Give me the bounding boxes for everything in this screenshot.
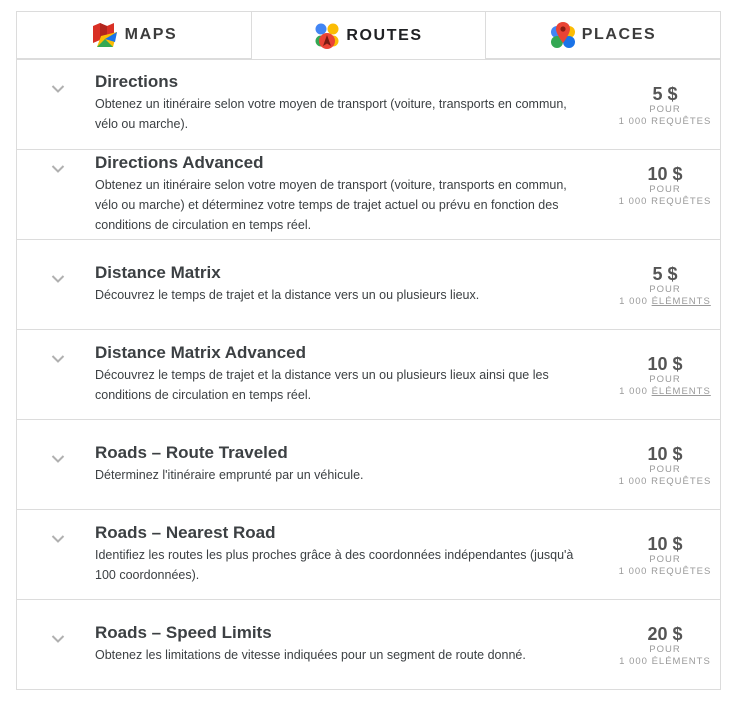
price-per-label: POUR	[649, 644, 681, 655]
product-description: Découvrez le temps de trajet et la dista…	[95, 368, 549, 402]
price-unit: 1 000 ÉLÉMENTS	[610, 386, 720, 398]
product-tabs: MAPS ROUTES PLACES	[16, 11, 721, 59]
product-title: Roads – Route Traveled	[95, 443, 288, 462]
price-unit: 1 000 ÉLÉMENTS	[610, 296, 720, 308]
price-unit-label: REQUÊTES	[651, 116, 712, 127]
price-per-label: POUR	[649, 464, 681, 475]
chevron-down-icon[interactable]	[51, 84, 65, 94]
product-description: Identifiez les routes les plus proches g…	[95, 548, 574, 582]
price-per-label: POUR	[649, 104, 681, 115]
price-quantity: 1 000	[618, 566, 648, 577]
chevron-down-icon[interactable]	[51, 634, 65, 644]
price-quantity: 1 000	[619, 296, 648, 307]
price-quantity: 1 000	[618, 116, 648, 127]
product-description: Obtenez un itinéraire selon votre moyen …	[95, 97, 567, 131]
chevron-down-icon[interactable]	[51, 534, 65, 544]
product-row[interactable]: Directions Obtenez un itinéraire selon vo…	[16, 59, 721, 150]
product-row[interactable]: Directions Advanced Obtenez un itinéraire…	[16, 149, 721, 240]
product-row[interactable]: Roads – Nearest Road Identifiez les route…	[16, 509, 721, 600]
chevron-down-icon[interactable]	[51, 454, 65, 464]
price-unit-link[interactable]: ÉLÉMENTS	[652, 386, 711, 397]
price-unit-label: REQUÊTES	[651, 196, 712, 207]
price-quantity: 1 000	[619, 386, 648, 397]
price-amount: 10 $	[647, 354, 683, 374]
price-amount: 10 $	[647, 444, 683, 464]
price-unit: 1 000 REQUÊTES	[610, 566, 720, 578]
price-block: 10 $ POUR 1 000 REQUÊTES	[610, 164, 720, 208]
price-amount: 10 $	[647, 164, 683, 184]
pricing-panel: MAPS ROUTES PLACES Directions Obtenez un…	[16, 11, 721, 690]
tab-routes[interactable]: ROUTES	[251, 11, 486, 59]
price-per-label: POUR	[649, 554, 681, 565]
tab-places[interactable]: PLACES	[485, 11, 721, 59]
product-title: Roads – Speed Limits	[95, 623, 272, 642]
price-block: 10 $ POUR 1 000 REQUÊTES	[610, 534, 720, 578]
price-unit: 1 000 REQUÊTES	[610, 476, 720, 488]
price-unit-label: REQUÊTES	[651, 476, 712, 487]
price-block: 20 $ POUR 1 000 ÉLÉMENTS	[610, 624, 720, 668]
product-row[interactable]: Roads – Route Traveled Déterminez l'itiné…	[16, 419, 721, 510]
price-block: 5 $ POUR 1 000 ÉLÉMENTS	[610, 264, 720, 308]
tab-maps-label: MAPS	[124, 26, 178, 43]
price-amount: 5 $	[652, 84, 678, 104]
price-unit: 1 000 ÉLÉMENTS	[610, 656, 720, 668]
price-amount: 10 $	[647, 534, 683, 554]
chevron-down-icon[interactable]	[51, 164, 65, 174]
tab-places-label: PLACES	[581, 26, 657, 43]
price-amount: 5 $	[652, 264, 678, 284]
product-title: Directions Advanced	[95, 153, 264, 172]
product-description: Obtenez les limitations de vitesse indiq…	[95, 648, 526, 662]
chevron-down-icon[interactable]	[51, 274, 65, 284]
price-quantity: 1 000	[618, 196, 648, 207]
product-title: Distance Matrix	[95, 263, 221, 282]
product-row[interactable]: Distance Matrix Advanced Découvrez le tem…	[16, 329, 721, 420]
product-title: Roads – Nearest Road	[95, 523, 276, 542]
price-unit: 1 000 REQUÊTES	[610, 196, 720, 208]
price-quantity: 1 000	[619, 656, 648, 667]
places-icon	[550, 21, 576, 49]
price-block: 10 $ POUR 1 000 REQUÊTES	[610, 444, 720, 488]
price-per-label: POUR	[649, 374, 681, 385]
price-unit-label: ÉLÉMENTS	[651, 656, 711, 667]
price-unit: 1 000 REQUÊTES	[610, 116, 720, 128]
price-block: 5 $ POUR 1 000 REQUÊTES	[610, 84, 720, 128]
price-unit-link[interactable]: ÉLÉMENTS	[652, 296, 711, 307]
price-quantity: 1 000	[618, 476, 648, 487]
product-description: Déterminez l'itinéraire emprunté par un …	[95, 468, 364, 482]
product-description: Obtenez un itinéraire selon votre moyen …	[95, 178, 567, 232]
price-per-label: POUR	[649, 184, 681, 195]
product-description: Découvrez le temps de trajet et la dista…	[95, 288, 480, 302]
product-title: Directions	[95, 72, 179, 91]
tab-maps[interactable]: MAPS	[16, 11, 252, 59]
price-block: 10 $ POUR 1 000 ÉLÉMENTS	[610, 354, 720, 398]
product-list: Directions Obtenez un itinéraire selon vo…	[16, 59, 721, 690]
product-title: Distance Matrix Advanced	[95, 343, 306, 362]
price-unit-label: REQUÊTES	[651, 566, 712, 577]
chevron-down-icon[interactable]	[51, 354, 65, 364]
routes-icon	[314, 22, 340, 50]
product-row[interactable]: Roads – Speed Limits Obtenez les limitati…	[16, 599, 721, 690]
price-per-label: POUR	[649, 284, 681, 295]
maps-icon	[91, 22, 119, 48]
price-amount: 20 $	[647, 624, 683, 644]
product-row[interactable]: Distance Matrix Découvrez le temps de tra…	[16, 239, 721, 330]
tab-routes-label: ROUTES	[346, 26, 423, 44]
